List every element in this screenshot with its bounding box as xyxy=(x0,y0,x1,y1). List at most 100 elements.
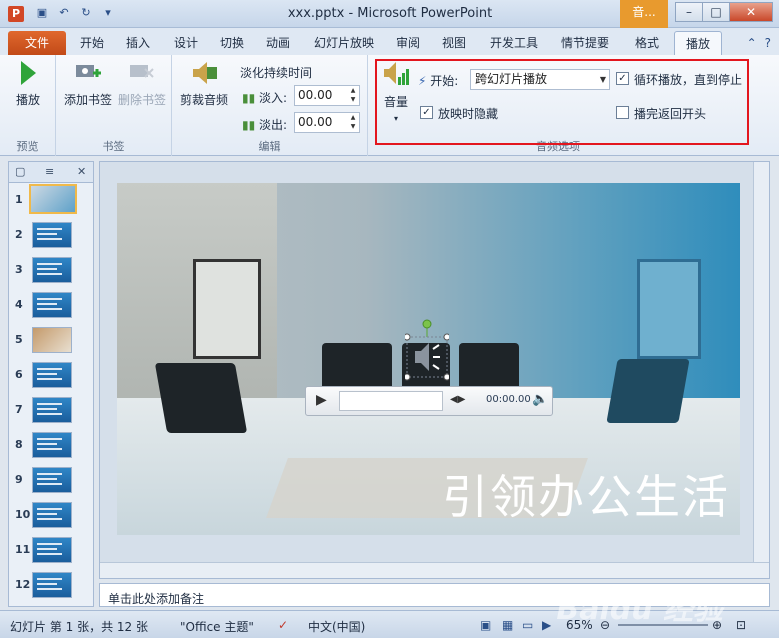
notes-pane[interactable]: 单击此处添加备注 xyxy=(99,583,770,607)
zoom-in-icon[interactable]: ⊕ xyxy=(712,618,722,632)
slide-number: 4 xyxy=(15,298,23,311)
add-bookmark-button[interactable]: 添加书签 xyxy=(62,59,114,108)
slide-thumbnail-row[interactable]: 10 xyxy=(9,498,93,533)
player-time: 00:00.00 xyxy=(486,394,531,405)
slide-thumbnail[interactable] xyxy=(32,502,72,528)
maximize-button[interactable]: □ xyxy=(702,2,730,22)
volume-button[interactable]: 音量 ▾ xyxy=(378,59,414,124)
seek-icon[interactable]: ◀▶ xyxy=(450,394,465,405)
tab-animations[interactable]: 动画 xyxy=(258,31,298,55)
title-bar: P ▣ ↶ ↻ ▾ xxx.pptx - Microsoft PowerPoin… xyxy=(0,0,779,28)
tab-slideshow[interactable]: 幻灯片放映 xyxy=(306,31,382,55)
vertical-scrollbar[interactable] xyxy=(753,162,769,564)
tab-playback[interactable]: 播放 xyxy=(674,31,722,55)
fit-window-icon[interactable]: ⊡ xyxy=(736,618,746,632)
tab-developer[interactable]: 开发工具 xyxy=(482,31,546,55)
slide-thumbnail[interactable] xyxy=(32,362,72,388)
group-label-bookmarks: 书签 xyxy=(102,140,125,153)
start-dropdown[interactable]: 跨幻灯片播放 ▼ xyxy=(470,69,610,90)
context-tab-group-label: 音... xyxy=(620,0,668,28)
group-preview: 播放 预览 xyxy=(0,55,56,156)
slide-thumbnail[interactable] xyxy=(32,467,72,493)
undo-icon[interactable]: ↶ xyxy=(56,5,72,21)
slide-title[interactable]: 引领办公生活 xyxy=(442,461,730,527)
slide-thumbnail-row[interactable]: 8 xyxy=(9,428,93,463)
loop-checkbox[interactable]: ✓ xyxy=(616,72,629,85)
slide-number: 9 xyxy=(15,473,23,486)
slide-thumbnail[interactable] xyxy=(32,572,72,598)
zoom-level[interactable]: 65% xyxy=(566,618,593,632)
close-button[interactable]: ✕ xyxy=(729,2,773,22)
ribbon: 播放 预览 添加书签 删除书签 书签 剪裁音频 淡化持续时间 ▮▮ 淡入: 00… xyxy=(0,55,779,156)
powerpoint-app-icon[interactable]: P xyxy=(8,6,24,22)
tab-format[interactable]: 格式 xyxy=(624,31,670,55)
tab-transitions[interactable]: 切换 xyxy=(212,31,252,55)
spin-arrows-icon[interactable]: ▲ ▼ xyxy=(347,113,359,132)
customize-qat-icon[interactable]: ▾ xyxy=(100,5,116,21)
reading-view-icon[interactable]: ▭ xyxy=(522,618,533,632)
hide-during-show-checkbox[interactable]: ✓ xyxy=(420,106,433,119)
slide-thumbnail-row[interactable]: 11 xyxy=(9,533,93,568)
tab-home[interactable]: 开始 xyxy=(72,31,112,55)
slide-thumbnail-row[interactable]: 2 xyxy=(9,218,93,253)
group-bookmarks: 添加书签 删除书签 书签 xyxy=(56,55,172,156)
slide-thumbnail[interactable] xyxy=(32,327,72,353)
tab-storyboard[interactable]: 情节提要 xyxy=(554,31,616,55)
slide-thumbnail-row[interactable]: 4 xyxy=(9,288,93,323)
tab-file[interactable]: 文件 xyxy=(8,31,66,55)
slide-thumbnail-row[interactable]: 6 xyxy=(9,358,93,393)
slide-thumbnail-row[interactable]: 9 xyxy=(9,463,93,498)
audio-object[interactable] xyxy=(403,319,451,385)
slide-thumbnail[interactable] xyxy=(32,397,72,423)
progress-bar[interactable] xyxy=(339,391,443,411)
normal-view-icon[interactable]: ▣ xyxy=(480,618,491,632)
zoom-out-icon[interactable]: ⊖ xyxy=(600,618,610,632)
lightning-icon: ⚡ xyxy=(418,74,427,88)
slide-thumbnail[interactable] xyxy=(32,292,72,318)
trim-audio-button[interactable]: 剪裁音频 xyxy=(176,59,232,108)
play-icon[interactable]: ▶ xyxy=(316,392,327,408)
redo-icon[interactable]: ↻ xyxy=(78,5,94,21)
rewind-label: 播完返回开头 xyxy=(634,107,707,121)
tab-review[interactable]: 审阅 xyxy=(390,31,426,55)
remove-bookmark-icon xyxy=(130,65,154,78)
fade-in-input[interactable]: 00.00 ▲ ▼ xyxy=(294,85,360,106)
slide-thumbnail[interactable] xyxy=(29,184,77,214)
slide-thumbnail[interactable] xyxy=(32,537,72,563)
save-icon[interactable]: ▣ xyxy=(34,5,50,21)
slides-tab-icon[interactable]: ▢ xyxy=(15,165,25,178)
remove-bookmark-button[interactable]: 删除书签 xyxy=(116,59,168,108)
slide-canvas[interactable]: ▶ ◀▶ 00:00.00 🔈 引领办公生活 xyxy=(117,183,740,535)
minimize-button[interactable]: – xyxy=(675,2,703,22)
language[interactable]: 中文(中国) xyxy=(308,618,365,635)
spin-arrows-icon[interactable]: ▲ ▼ xyxy=(347,86,359,105)
fade-out-input[interactable]: 00.00 ▲ ▼ xyxy=(294,112,360,133)
outline-tab-icon[interactable]: ≡ xyxy=(45,165,54,178)
slide-thumbnail-row[interactable]: 12 xyxy=(9,568,93,603)
close-icon[interactable]: ✕ xyxy=(77,165,86,178)
tab-insert[interactable]: 插入 xyxy=(118,31,158,55)
spellcheck-icon[interactable]: ✓ xyxy=(278,618,288,632)
slideshow-view-icon[interactable]: ▶ xyxy=(542,618,551,632)
chevron-up-icon[interactable]: ⌃ xyxy=(747,36,757,50)
horizontal-scrollbar[interactable] xyxy=(100,562,769,578)
tab-view[interactable]: 视图 xyxy=(436,31,472,55)
fade-duration-title: 淡化持续时间 xyxy=(240,66,313,80)
help-icon[interactable]: ? xyxy=(765,36,771,50)
rewind-checkbox[interactable] xyxy=(616,106,629,119)
slide-thumbnail-row[interactable]: 7 xyxy=(9,393,93,428)
zoom-slider[interactable] xyxy=(618,624,708,626)
hide-during-show-label: 放映时隐藏 xyxy=(438,107,499,121)
slide-thumbnail[interactable] xyxy=(32,222,72,248)
speaker-icon[interactable]: 🔈 xyxy=(532,392,548,407)
pane-tabs: ▢ ≡ ✕ xyxy=(9,162,93,183)
theme-name[interactable]: "Office 主题" xyxy=(180,618,254,635)
play-button[interactable]: 播放 xyxy=(8,59,48,108)
slide-thumbnail[interactable] xyxy=(32,257,72,283)
slide-thumbnail-row[interactable]: 1 xyxy=(9,183,93,218)
tab-design[interactable]: 设计 xyxy=(166,31,206,55)
slide-thumbnail-row[interactable]: 3 xyxy=(9,253,93,288)
slide-thumbnail[interactable] xyxy=(32,432,72,458)
slide-thumbnail-row[interactable]: 5 xyxy=(9,323,93,358)
sorter-view-icon[interactable]: ▦ xyxy=(502,618,513,632)
